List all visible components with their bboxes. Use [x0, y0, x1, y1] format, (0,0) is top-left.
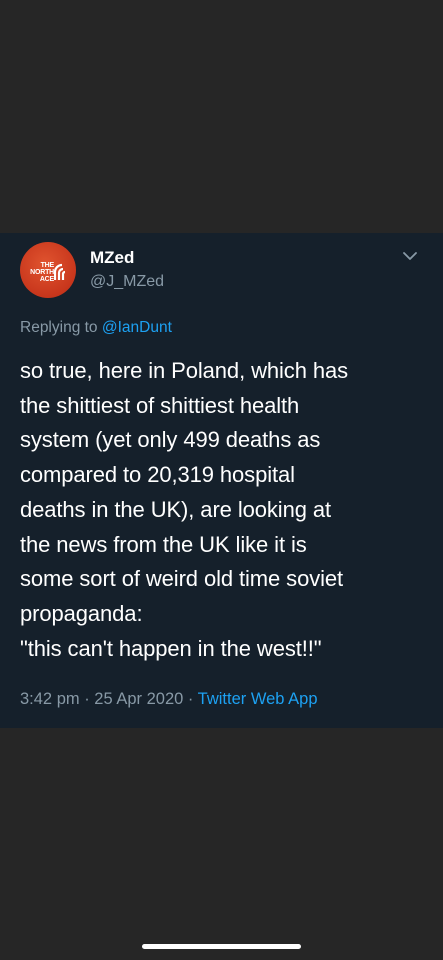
replying-to-mention[interactable]: @IanDunt [102, 319, 172, 336]
tweet-date: 25 Apr 2020 [94, 690, 184, 708]
replying-to-label: Replying to [20, 319, 102, 336]
north-face-arcs-icon [54, 263, 66, 280]
user-handle[interactable]: @J_MZed [90, 273, 164, 291]
avatar[interactable]: THE NORTH ACE [20, 242, 76, 298]
avatar-logo-text: THE NORTH ACE [30, 262, 54, 283]
tweet-source-link[interactable]: Twitter Web App [198, 690, 318, 708]
north-face-logo-icon: THE NORTH ACE [24, 260, 72, 283]
chevron-down-icon[interactable] [402, 250, 418, 262]
tweet-card: THE NORTH ACE MZed @J_MZed Replying to @Ia… [0, 233, 443, 728]
display-name[interactable]: MZed [90, 248, 134, 268]
tweet-meta: 3:42 pm · 25 Apr 2020 · Twitter Web App [20, 690, 318, 709]
meta-separator: · [79, 690, 95, 708]
tweet-time: 3:42 pm [20, 690, 80, 708]
replying-to-line: Replying to @IanDunt [20, 319, 172, 337]
home-indicator[interactable] [142, 944, 301, 949]
meta-separator: · [183, 690, 198, 708]
tweet-text: so true, here in Poland, which has the s… [20, 358, 349, 661]
